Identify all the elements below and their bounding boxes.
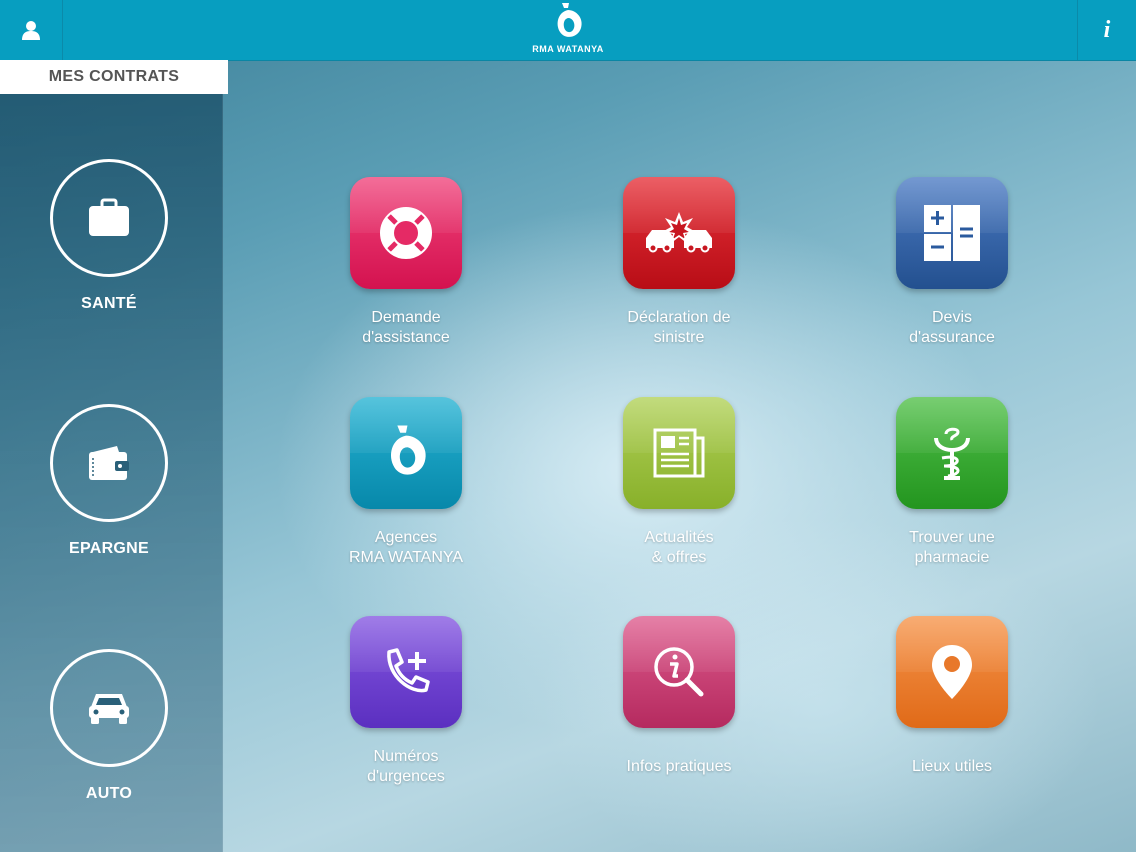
tile-label-line1: Trouver une [909,529,995,546]
tile-icon-box[interactable] [896,397,1008,509]
contract-ring[interactable] [50,649,168,767]
tile-label-line1: Infos pratiques [626,758,732,775]
tile-icon-box[interactable] [623,397,735,509]
tile-label-line2: & offres [651,549,707,566]
tile-icon-box[interactable] [896,177,1008,289]
profile-button[interactable] [0,0,63,60]
brand-logo: RMA WATANYA [518,2,618,58]
contract-auto[interactable]: AUTO [50,649,168,803]
tile-label-line2: d'assistance [362,329,450,346]
contract-sante[interactable]: SANTÉ [50,159,168,313]
brand-name: RMA WATANYA [532,44,604,54]
contracts-tab[interactable]: MES CONTRATS [0,60,228,94]
info-search-icon [654,647,704,697]
tile-label: Actualités & offres [579,528,779,568]
tile-infos-pratiques[interactable]: Infos pratiques [579,616,779,777]
info-icon: i [1103,16,1111,43]
tile-declaration-sinistre[interactable]: Déclaration de sinistre [579,177,779,348]
tile-label-line1: Agences [374,529,438,546]
car-crash-icon [646,212,712,253]
tile-label-line2: sinistre [653,329,705,346]
newspaper-icon [653,428,705,478]
tile-numeros-urgences[interactable]: Numéros d'urgences [306,616,506,787]
tile-label-line2: pharmacie [914,549,990,566]
contract-label: EPARGNE [68,540,150,557]
user-icon [22,21,40,40]
contract-label: SANTÉ [81,295,137,312]
tile-label-line1: Numéros [373,748,439,765]
tile-devis-assurance[interactable]: Devis d'assurance [852,177,1052,348]
tile-icon-box[interactable] [623,616,735,728]
tile-label-line2: d'urgences [367,768,445,785]
contract-epargne[interactable]: EPARGNE [50,404,168,558]
tile-label-line2: d'assurance [909,329,995,346]
tile-label: Numéros d'urgences [306,747,506,787]
tile-label-line1: Demande [371,309,441,326]
map-pin-icon [932,645,972,699]
contract-ring[interactable] [50,159,168,277]
info-button[interactable]: i [1077,0,1136,60]
tile-label: Lieux utiles [852,757,1052,777]
tile-label: Agences RMA WATANYA [306,528,506,568]
tile-label: Trouver une pharmacie [852,528,1052,568]
tile-label: Demande d'assistance [306,308,506,348]
emergency-phone-icon [387,648,430,693]
rma-logo-icon [557,3,582,37]
tile-icon-box[interactable] [896,616,1008,728]
tile-icon-box[interactable] [350,397,462,509]
car-icon [89,694,129,724]
contracts-tab-label: MES CONTRATS [48,68,180,85]
tile-agences[interactable]: Agences RMA WATANYA [306,397,506,568]
tile-label: Déclaration de sinistre [579,308,779,348]
wallet-icon [89,446,129,480]
lifebuoy-icon [380,207,432,259]
medical-bag-icon [89,198,129,236]
tile-actualites[interactable]: Actualités & offres [579,397,779,568]
calculator-icon [924,205,980,261]
contract-ring[interactable] [50,404,168,522]
tile-demande-assistance[interactable]: Demande d'assistance [306,177,506,348]
rma-logo-icon [391,425,426,475]
tile-label-line2: RMA WATANYA [348,549,464,566]
contract-label: AUTO [85,785,133,802]
tile-label: Infos pratiques [579,757,779,777]
tile-icon-box[interactable] [350,177,462,289]
top-bar: RMA WATANYA i [0,0,1136,61]
tile-label-line1: Déclaration de [627,309,731,326]
tile-label-line1: Actualités [644,529,714,546]
tile-label-line1: Devis [931,309,972,326]
tile-pharmacie[interactable]: Trouver une pharmacie [852,397,1052,568]
tile-label-line1: Lieux utiles [911,758,993,775]
tile-icon-box[interactable] [623,177,735,289]
tile-icon-box[interactable] [350,616,462,728]
tile-lieux-utiles[interactable]: Lieux utiles [852,616,1052,777]
tile-label: Devis d'assurance [852,308,1052,348]
pharmacy-icon [934,427,970,480]
contracts-sidebar: MES CONTRATS SANTÉ EPARGNE AUTO [0,60,228,852]
